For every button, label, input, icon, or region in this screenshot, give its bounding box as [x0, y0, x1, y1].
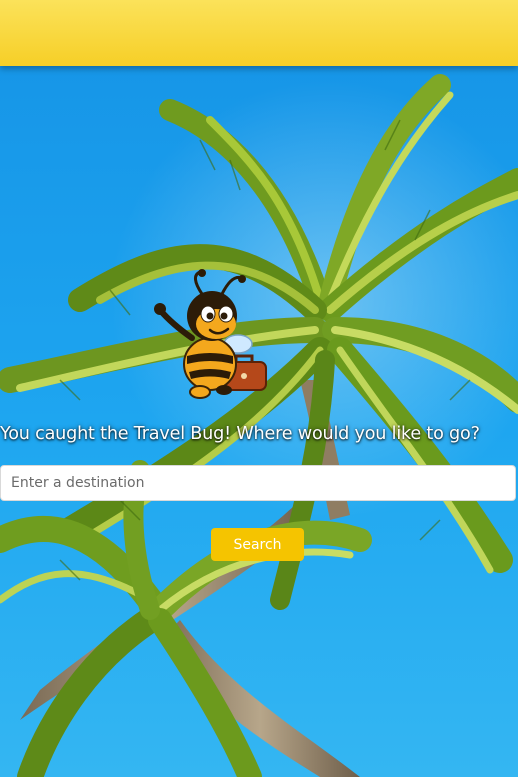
travel-bug-bee-icon [154, 269, 267, 399]
top-navigation-bar [0, 0, 518, 66]
page: You caught the Travel Bug! Where would y… [0, 0, 518, 777]
page-headline: You caught the Travel Bug! Where would y… [0, 424, 480, 444]
search-button[interactable]: Search [211, 528, 304, 561]
destination-search-input[interactable] [0, 465, 516, 501]
